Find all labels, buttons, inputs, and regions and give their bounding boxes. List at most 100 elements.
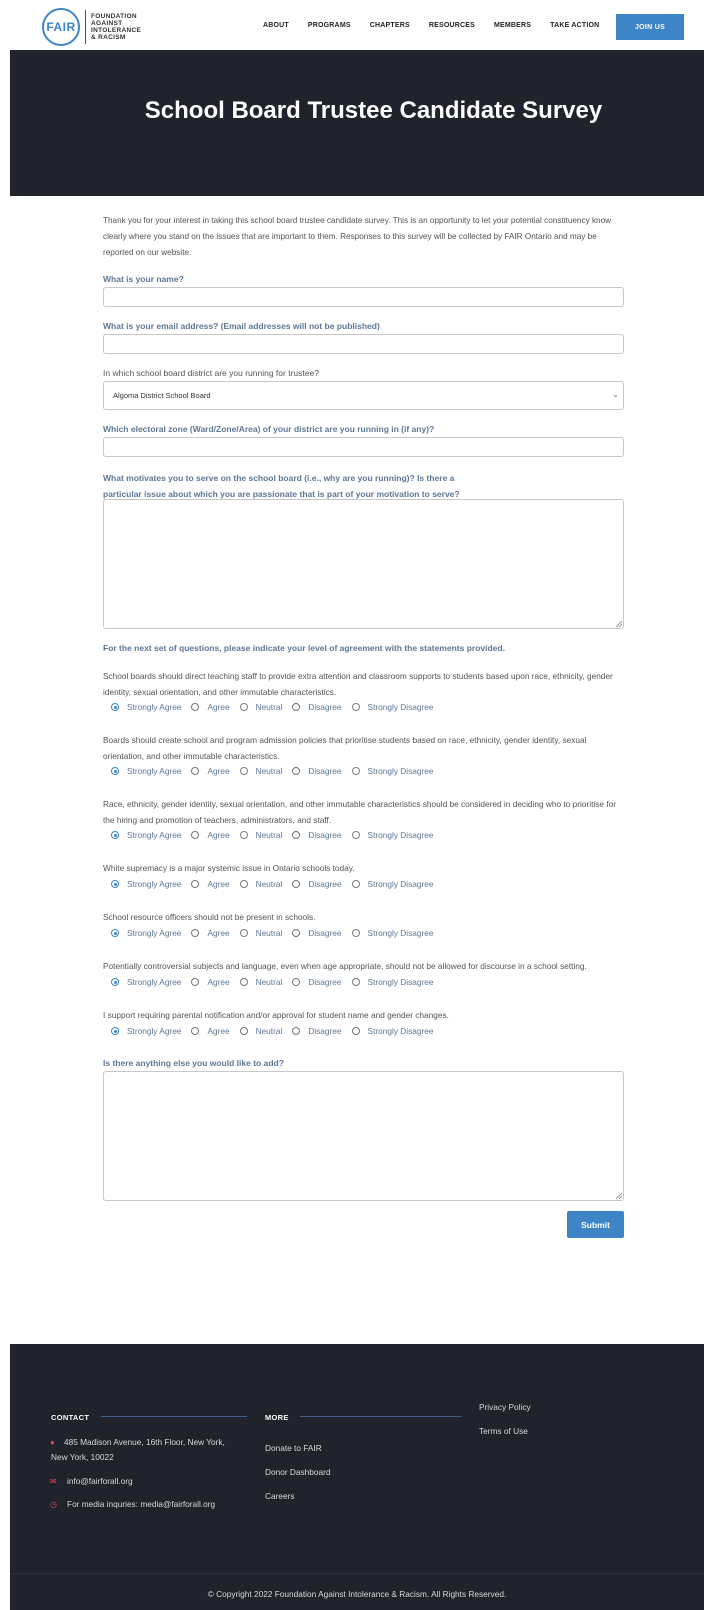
nav-resources[interactable]: RESOURCES [429,22,475,29]
envelope-icon: ✉ [50,1477,57,1486]
email-input[interactable] [103,334,624,354]
radio-label: Strongly Agree [127,879,182,889]
radio-neutral[interactable]: Neutral [239,1026,283,1036]
radio-label: Strongly Disagree [367,977,434,987]
radio-strongly-disagree[interactable]: Strongly Disagree [351,702,434,712]
radio-strongly-agree[interactable]: Strongly Agree [111,766,181,776]
radio-disagree[interactable]: Disagree [292,830,342,840]
radio-agree[interactable]: Agree [191,977,230,987]
radio-strongly-agree[interactable]: Strongly Agree [111,879,181,889]
footer-media[interactable]: For media inquries: media@fairforall.org [67,1497,215,1512]
footer-link-privacy[interactable]: Privacy Policy [479,1400,531,1415]
radio-empty-icon [292,703,301,711]
footer-link-careers[interactable]: Careers [265,1489,295,1504]
zone-input[interactable] [103,437,624,457]
radio-strongly-agree[interactable]: Strongly Agree [111,1026,181,1036]
radio-disagree[interactable]: Disagree [292,977,342,987]
radio-agree[interactable]: Agree [191,830,230,840]
footer-link-donate[interactable]: Donate to FAIR [265,1441,322,1456]
question-text: I support requiring parental notificatio… [103,1010,449,1020]
radio-empty-icon [351,978,360,986]
radio-empty-icon [191,929,200,937]
fair-logo[interactable]: FAIR FOUNDATION AGAINST INTOLERANCE & RA… [42,8,149,46]
radio-disagree[interactable]: Disagree [292,702,342,712]
radio-label: Strongly Agree [127,830,182,840]
radio-label: Disagree [308,1026,342,1036]
radio-agree[interactable]: Agree [191,766,230,776]
radio-neutral[interactable]: Neutral [239,830,282,840]
radio-agree[interactable]: Agree [191,928,230,938]
additional-textarea[interactable] [103,1071,624,1201]
radio-agree[interactable]: Agree [191,879,230,889]
site-header: FAIR FOUNDATION AGAINST INTOLERANCE & RA… [0,0,704,50]
zone-label: Which electoral zone (Ward/Zone/Area) of… [103,424,435,434]
radio-selected-icon [111,978,119,986]
footer-link-donor-dashboard[interactable]: Donor Dashboard [265,1465,331,1480]
radio-label: Strongly Agree [127,766,182,776]
radio-label: Agree [207,977,230,987]
more-divider [300,1416,462,1417]
page-title: School Board Trustee Candidate Survey [144,97,603,124]
district-select[interactable]: Algoma District School Board ⌄ [103,381,624,410]
radio-label: Disagree [308,702,342,712]
radio-empty-icon [191,831,200,839]
radio-strongly-disagree[interactable]: Strongly Disagree [351,928,434,938]
radio-label: Disagree [308,977,342,987]
radio-neutral[interactable]: Neutral [239,702,283,712]
radio-label: Agree [207,830,230,840]
nav-take-action[interactable]: TAKE ACTION [550,22,599,29]
logo-line: AGAINST [91,20,123,27]
radio-strongly-disagree[interactable]: Strongly Disagree [351,977,434,987]
radio-neutral[interactable]: Neutral [239,977,282,987]
radio-strongly-agree[interactable]: Strongly Agree [111,977,181,987]
radio-disagree[interactable]: Disagree [292,1026,342,1036]
radio-disagree[interactable]: Disagree [292,928,342,938]
radio-strongly-agree[interactable]: Strongly Agree [111,830,181,840]
join-us-button[interactable]: JOIN US [616,14,684,40]
radio-strongly-disagree[interactable]: Strongly Disagree [351,879,434,889]
radio-strongly-agree[interactable]: Strongly Agree [111,702,181,712]
radio-label: Strongly Disagree [367,928,434,938]
radio-disagree[interactable]: Disagree [292,879,342,889]
radio-neutral[interactable]: Neutral [239,879,282,889]
nav-members[interactable]: MEMBERS [494,22,531,29]
radio-label: Strongly Agree [127,1026,182,1036]
radio-neutral[interactable]: Neutral [239,766,282,776]
radio-label: Neutral [255,1026,283,1036]
radio-label: Neutral [255,702,283,712]
nav-about[interactable]: ABOUT [263,22,289,29]
main-nav: ABOUT PROGRAMS CHAPTERS RESOURCES MEMBER… [263,22,618,29]
footer-email[interactable]: info@fairforall.org [67,1474,133,1489]
radio-agree[interactable]: Agree [191,1026,230,1036]
radio-strongly-disagree[interactable]: Strongly Disagree [351,830,434,840]
radio-label: Disagree [308,766,342,776]
logo-line: INTOLERANCE [91,27,142,34]
name-input[interactable] [103,287,624,307]
radio-label: Neutral [255,928,283,938]
radio-empty-icon [351,880,360,888]
radio-strongly-disagree[interactable]: Strongly Disagree [351,1026,434,1036]
motivation-textarea[interactable] [103,499,624,629]
radio-agree[interactable]: Agree [191,702,230,712]
copyright-text: © Copyright 2022 Foundation Against Into… [207,1589,507,1599]
radio-selected-icon [111,831,119,839]
radio-disagree[interactable]: Disagree [292,766,342,776]
question-text: School boards should direct teaching sta… [103,671,613,697]
radio-empty-icon [351,703,360,711]
radio-group: Strongly Agree Agree Neutral Disagree St… [103,765,444,777]
radio-neutral[interactable]: Neutral [239,928,283,938]
resize-grip-icon[interactable] [616,1193,622,1199]
radio-selected-icon [111,703,119,711]
nav-chapters[interactable]: CHAPTERS [370,22,410,29]
radio-group: Strongly Agree Agree Neutral Disagree St… [103,927,444,939]
radio-label: Agree [207,766,230,776]
radio-group: Strongly Agree Agree Neutral Disagree St… [103,1025,444,1037]
radio-strongly-disagree[interactable]: Strongly Disagree [351,766,434,776]
resize-grip-icon[interactable] [616,621,622,627]
submit-button[interactable]: Submit [567,1211,624,1238]
radio-group: Strongly Agree Agree Neutral Disagree St… [103,829,444,841]
footer-link-terms[interactable]: Terms of Use [479,1424,528,1439]
radio-empty-icon [351,1027,360,1035]
radio-strongly-agree[interactable]: Strongly Agree [111,928,181,938]
nav-programs[interactable]: PROGRAMS [308,22,351,29]
